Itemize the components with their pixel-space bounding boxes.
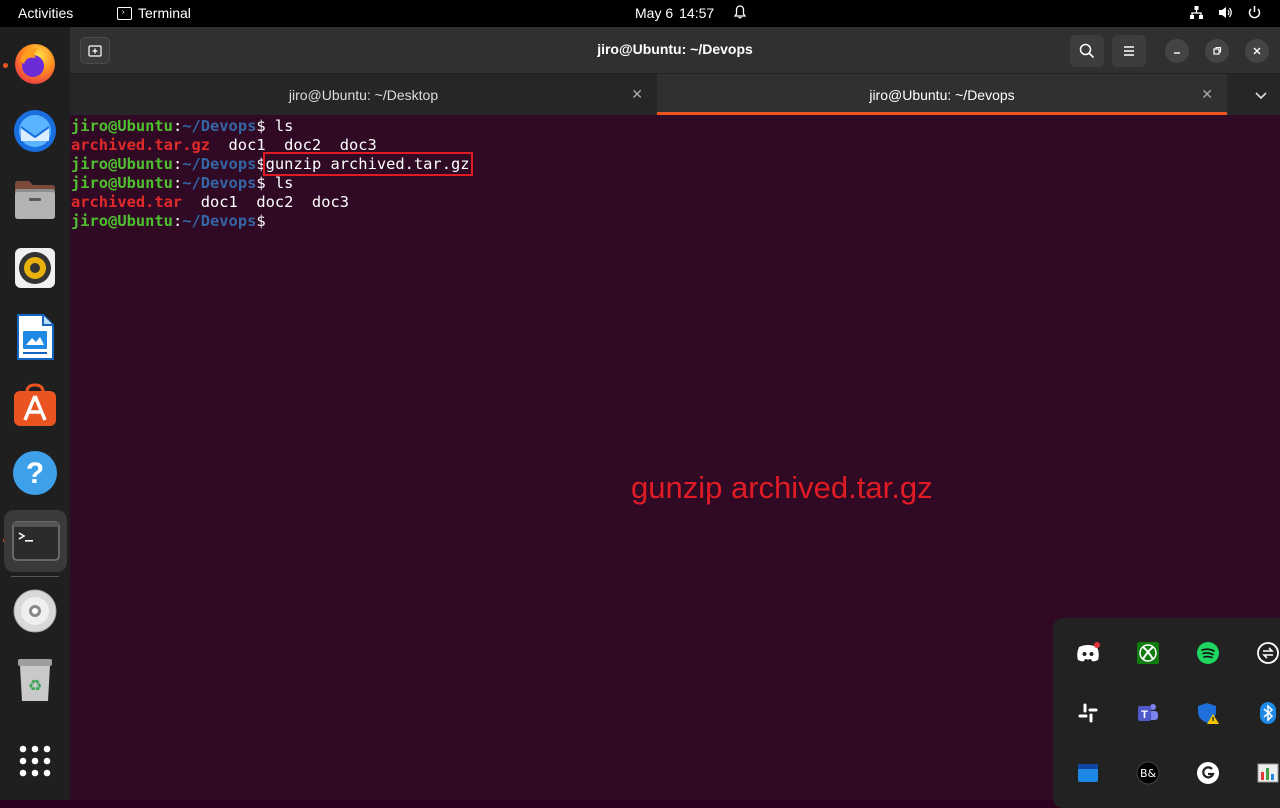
close-icon bbox=[1253, 47, 1261, 55]
archive-file: archived.tar.gz bbox=[71, 136, 210, 154]
minimize-button[interactable] bbox=[1165, 39, 1189, 63]
terminal-line: archived.tar doc1 doc2 doc3 bbox=[71, 193, 349, 211]
restore-button[interactable] bbox=[1205, 39, 1229, 63]
minimize-icon bbox=[1174, 52, 1180, 54]
terminal-line: jiro@Ubuntu:~/Devops$ ls bbox=[71, 174, 294, 192]
dock-show-apps[interactable] bbox=[10, 736, 60, 786]
restore-icon bbox=[1213, 46, 1222, 55]
activities-button[interactable]: Activities bbox=[18, 5, 73, 21]
dock-ubuntu-software[interactable] bbox=[10, 380, 60, 430]
hamburger-icon bbox=[1124, 46, 1134, 56]
archive-file: archived.tar bbox=[71, 193, 183, 211]
network-icon bbox=[1190, 6, 1203, 19]
svg-text:?: ? bbox=[26, 457, 44, 490]
ubuntu-software-icon bbox=[14, 383, 56, 426]
help-icon: ? bbox=[13, 451, 57, 495]
tab-label: jiro@Ubuntu: ~/Devops bbox=[869, 86, 1015, 103]
tray-grammarly[interactable] bbox=[1195, 760, 1221, 786]
tray-teams[interactable]: T bbox=[1135, 700, 1161, 726]
app-menu[interactable]: Terminal bbox=[117, 5, 191, 21]
sync-icon bbox=[1257, 642, 1279, 664]
command-text: ls bbox=[274, 174, 294, 192]
dock-thunderbird[interactable] bbox=[10, 106, 60, 156]
thunderbird-icon bbox=[14, 110, 56, 152]
tray-xbox[interactable] bbox=[1135, 640, 1161, 666]
tray-popup: T B& bbox=[1053, 618, 1280, 808]
tray-defender[interactable] bbox=[1195, 700, 1221, 726]
tab-list-chevron-down-icon[interactable] bbox=[1252, 86, 1270, 104]
dock-help[interactable]: ? bbox=[10, 448, 60, 498]
menu-button[interactable] bbox=[1112, 35, 1146, 67]
monitor-icon bbox=[1257, 763, 1279, 783]
show-apps-icon bbox=[19, 745, 51, 777]
dock-separator bbox=[11, 576, 59, 577]
grammarly-icon bbox=[1197, 762, 1219, 784]
tab-desktop[interactable]: jiro@Ubuntu: ~/Desktop ✕ bbox=[70, 74, 657, 115]
teams-icon: T bbox=[1138, 704, 1158, 721]
slack-icon bbox=[1078, 703, 1098, 723]
terminal-line: archived.tar.gz doc1 doc2 doc3 bbox=[71, 136, 377, 154]
bo-icon: B& bbox=[1136, 761, 1160, 785]
bluetooth-icon bbox=[1260, 702, 1276, 724]
libreoffice-writer-icon bbox=[17, 314, 54, 360]
terminal-icon bbox=[11, 521, 60, 561]
tab-bar: jiro@Ubuntu: ~/Desktop ✕ jiro@Ubuntu: ~/… bbox=[70, 74, 1280, 115]
tab-devops[interactable]: jiro@Ubuntu: ~/Devops ✕ bbox=[657, 74, 1227, 115]
tab-close-icon[interactable]: ✕ bbox=[631, 86, 643, 103]
system-menu[interactable] bbox=[1189, 5, 1262, 20]
terminal-line: jiro@Ubuntu:~/Devops$ bbox=[71, 212, 266, 230]
app-menu-label: Terminal bbox=[138, 5, 191, 21]
dock-firefox[interactable] bbox=[10, 38, 60, 88]
xbox-icon bbox=[1137, 642, 1159, 664]
tray-slack[interactable] bbox=[1075, 700, 1101, 726]
window-header: jiro@Ubuntu: ~/Devops bbox=[70, 27, 1280, 74]
top-bar: Activities Terminal May 6 14:57 bbox=[0, 0, 1280, 27]
rhythmbox-icon bbox=[15, 248, 55, 288]
power-icon bbox=[1248, 6, 1261, 19]
command-text: ls bbox=[274, 117, 294, 135]
tab-label: jiro@Ubuntu: ~/Desktop bbox=[288, 86, 439, 103]
app-store-icon bbox=[1078, 764, 1098, 782]
discord-icon bbox=[1077, 642, 1100, 662]
dock: ? ♻ bbox=[0, 27, 70, 800]
clock-date: May 6 bbox=[635, 5, 674, 21]
dock-libreoffice-writer[interactable] bbox=[10, 312, 60, 362]
dock-trash[interactable]: ♻ bbox=[10, 655, 60, 705]
firefox-icon bbox=[15, 44, 55, 84]
dvd-drive-icon bbox=[13, 589, 57, 633]
shield-warning-icon bbox=[1198, 703, 1219, 724]
tray-bluetooth[interactable] bbox=[1255, 700, 1280, 726]
terminal-line: jiro@Ubuntu:~/Devops$ ls bbox=[71, 117, 294, 135]
dock-dvd-drive[interactable] bbox=[10, 586, 60, 636]
overlay-caption: gunzip archived.tar.gz bbox=[631, 470, 933, 505]
terminal-line: jiro@Ubuntu:~/Devops$gunzip archived.tar… bbox=[71, 152, 473, 176]
tray-bo[interactable]: B& bbox=[1135, 760, 1161, 786]
tray-windows-store[interactable] bbox=[1075, 760, 1101, 786]
tray-sync[interactable] bbox=[1255, 640, 1280, 666]
dock-terminal[interactable] bbox=[4, 510, 67, 572]
close-window-button[interactable] bbox=[1245, 39, 1269, 63]
dock-files[interactable] bbox=[10, 175, 60, 225]
terminal-app-icon bbox=[117, 6, 132, 20]
running-indicator bbox=[3, 63, 8, 68]
svg-text:B&: B& bbox=[1140, 767, 1157, 780]
svg-text:T: T bbox=[1141, 709, 1148, 721]
clock[interactable]: May 6 14:57 bbox=[635, 5, 714, 21]
spotify-icon bbox=[1197, 642, 1219, 664]
search-icon bbox=[1079, 43, 1095, 59]
dock-rhythmbox[interactable] bbox=[10, 243, 60, 293]
files-icon bbox=[15, 181, 55, 219]
clock-time: 14:57 bbox=[679, 5, 715, 21]
tray-spotify[interactable] bbox=[1195, 640, 1221, 666]
search-button[interactable] bbox=[1070, 35, 1104, 67]
highlighted-command: gunzip archived.tar.gz bbox=[262, 152, 473, 176]
tray-discord[interactable] bbox=[1075, 640, 1101, 666]
volume-icon bbox=[1219, 7, 1232, 18]
tab-close-icon[interactable]: ✕ bbox=[1201, 86, 1213, 103]
trash-icon: ♻ bbox=[18, 659, 52, 701]
tray-monitor[interactable] bbox=[1255, 760, 1280, 786]
notification-bell-icon bbox=[734, 5, 746, 19]
svg-text:♻: ♻ bbox=[28, 676, 42, 695]
